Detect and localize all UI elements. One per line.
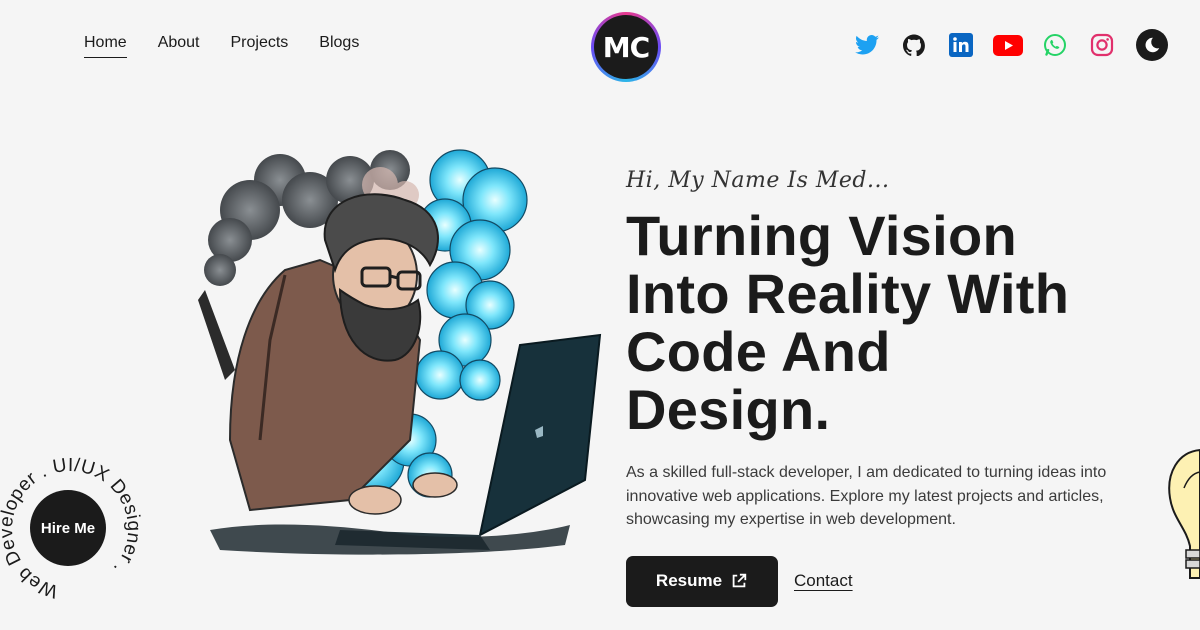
external-link-icon [732,573,747,588]
headline-line: Turning Vision [626,204,1018,267]
instagram-icon[interactable] [1087,30,1117,60]
youtube-icon[interactable] [993,30,1023,60]
nav-projects[interactable]: Projects [231,34,289,56]
contact-link[interactable]: Contact [794,571,853,591]
moon-icon [1145,37,1160,53]
resume-button[interactable]: Resume [626,555,778,607]
hero-description: As a skilled full-stack developer, I am … [626,464,1107,528]
resume-label: Resume [655,571,723,590]
lightbulb-icon [1168,448,1200,579]
hero-section: Hi, My Name Is Med... Turning Vision Int… [626,168,1186,607]
logo-text: MC [594,15,658,79]
hero-actions: Resume Contact [626,555,1186,607]
hero-headline: Turning Vision Into Reality With Code An… [626,207,1186,439]
hero-greeting: Hi, My Name Is Med... [626,168,890,193]
github-icon[interactable] [899,30,929,60]
nav-about[interactable]: About [158,34,200,56]
nav-blogs[interactable]: Blogs [319,34,359,56]
headline-line: Code And [626,320,891,383]
headline-line: Design. [626,378,831,441]
site-logo[interactable]: MC [591,12,661,82]
headline-line: Into Reality With [626,262,1070,325]
linkedin-icon[interactable] [946,30,976,60]
hire-me-badge: Web Developer . UI/UX Designer . Hire Me [0,455,144,603]
main-nav: Home About Projects Blogs [84,34,359,58]
developer-illustration [198,149,602,555]
social-links [852,29,1168,61]
hire-me-button[interactable]: Hire Me [30,490,106,566]
nav-home[interactable]: Home [84,34,127,58]
theme-toggle-button[interactable] [1136,29,1168,61]
twitter-icon[interactable] [852,30,882,60]
whatsapp-icon[interactable] [1040,30,1070,60]
